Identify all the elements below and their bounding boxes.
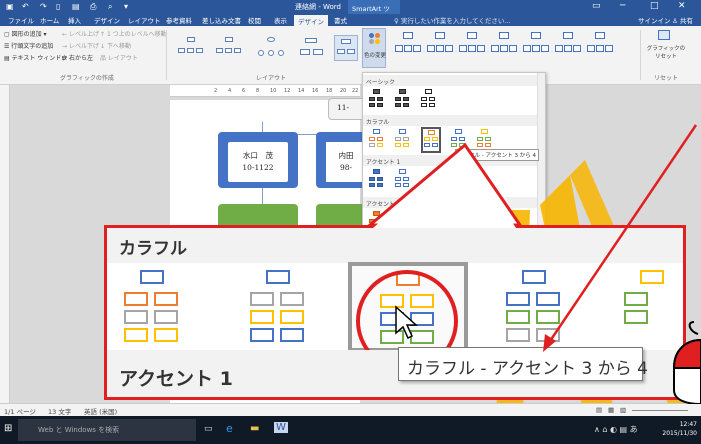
mouse-left-click-icon xyxy=(672,321,701,404)
red-arrow xyxy=(543,124,698,352)
arrow-line xyxy=(546,124,698,345)
